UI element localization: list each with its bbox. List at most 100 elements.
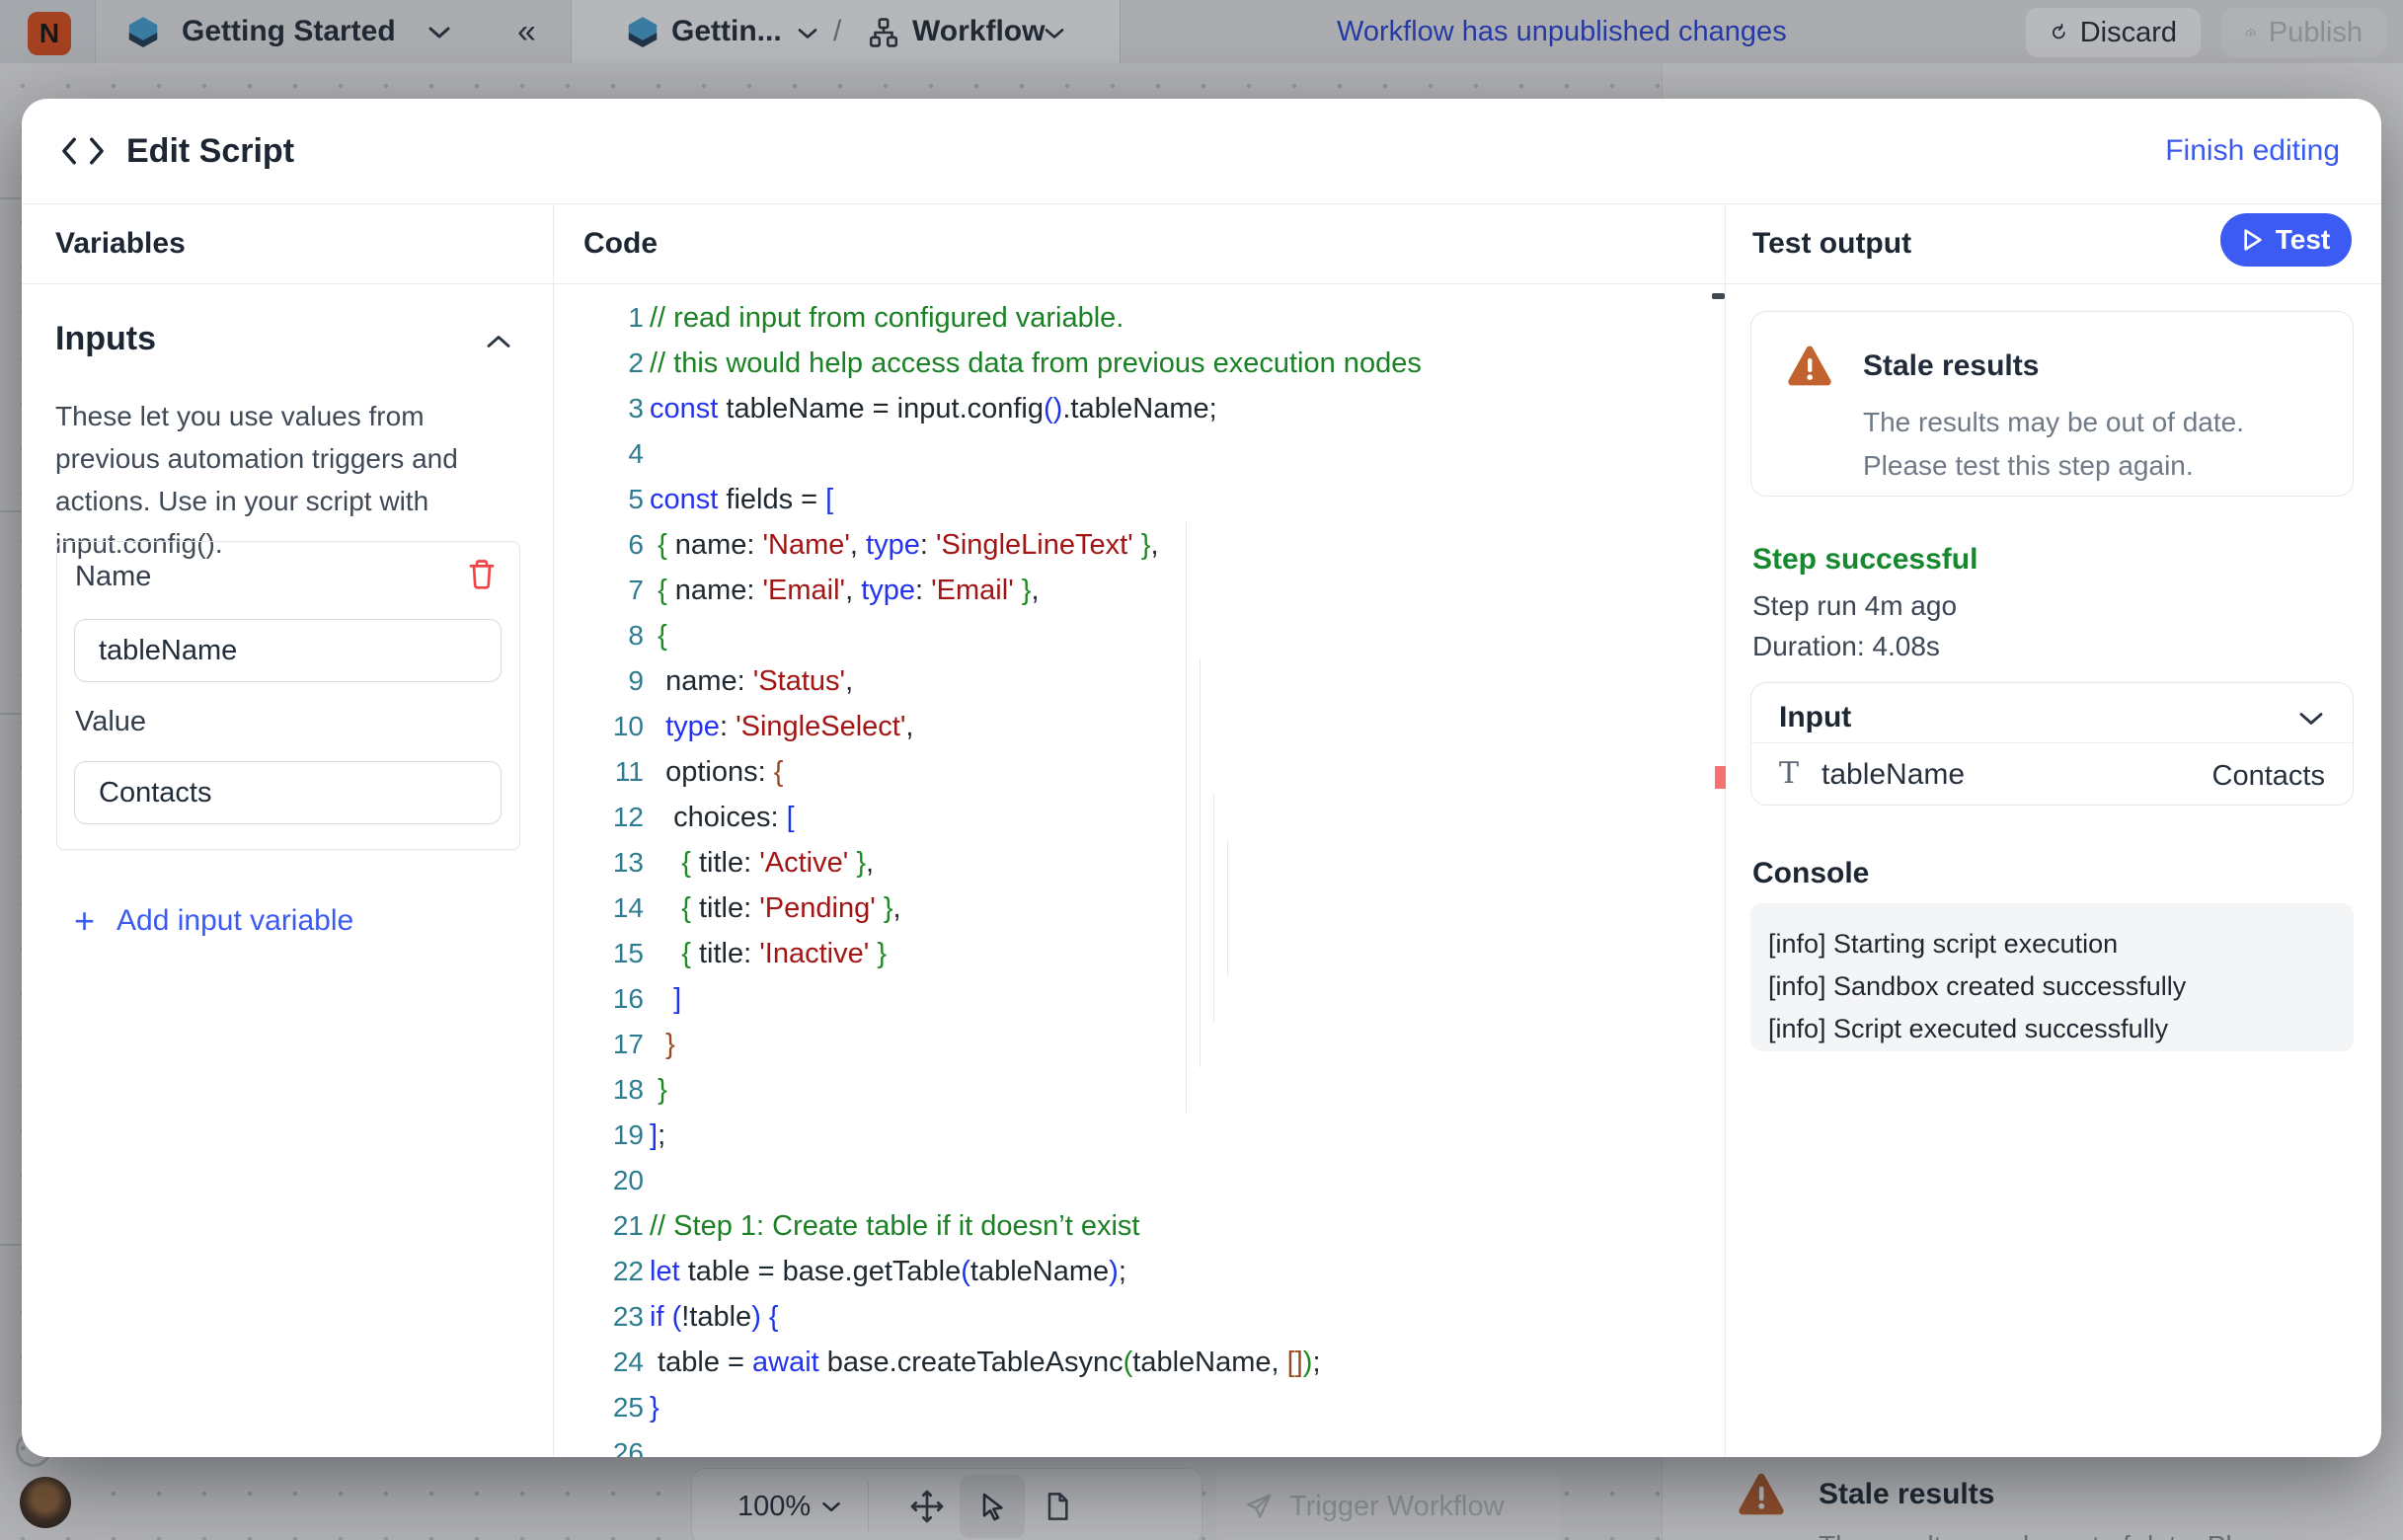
code-text: { title: 'Active' },	[650, 847, 874, 880]
code-line-22[interactable]: 22let table = base.getTable(tableName);	[553, 1249, 1725, 1294]
line-number: 16	[553, 983, 644, 1015]
name-field-label: Name	[75, 561, 151, 593]
console-title: Console	[1752, 857, 1869, 890]
code-editor[interactable]: 1// read input from configured variable.…	[553, 284, 1725, 1457]
input-variable-value: Contacts	[2212, 760, 2325, 793]
code-line-24[interactable]: 24 table = await base.createTableAsync(t…	[553, 1340, 1725, 1385]
step-run-time: Step run 4m ago	[1752, 590, 1957, 622]
line-number: 3	[553, 393, 644, 424]
code-text: {	[650, 620, 667, 653]
code-text: name: 'Status',	[650, 665, 853, 698]
stale-results-body: Please test this step again.	[1863, 450, 2194, 482]
code-text: // read input from configured variable.	[650, 302, 1124, 335]
line-number: 20	[553, 1165, 644, 1196]
code-line-1[interactable]: 1// read input from configured variable.	[553, 295, 1725, 341]
warning-triangle-icon	[1786, 345, 1833, 388]
code-text: let table = base.getTable(tableName);	[650, 1256, 1126, 1288]
line-number: 14	[553, 892, 644, 924]
modal-header: Edit Script Finish editing	[22, 99, 2381, 204]
variables-panel-header: Variables	[22, 203, 553, 284]
line-number: 9	[553, 665, 644, 697]
chevron-down-icon[interactable]	[2296, 709, 2326, 729]
console-output: [info] Starting script execution[info] S…	[1750, 903, 2354, 1051]
code-line-9[interactable]: 9 name: 'Status',	[553, 658, 1725, 704]
line-number: 15	[553, 938, 644, 969]
line-number: 2	[553, 347, 644, 379]
panel-divider	[1725, 203, 1726, 1457]
code-text: choices: [	[650, 802, 795, 834]
code-line-12[interactable]: 12 choices: [	[553, 795, 1725, 840]
code-line-21[interactable]: 21// Step 1: Create table if it doesn’t …	[553, 1203, 1725, 1249]
code-text: table = await base.createTableAsync(tabl…	[650, 1347, 1321, 1379]
code-line-10[interactable]: 10 type: 'SingleSelect',	[553, 704, 1725, 749]
code-icon	[61, 134, 105, 168]
finish-editing-button[interactable]: Finish editing	[2165, 99, 2340, 203]
code-text: // this would help access data from prev…	[650, 347, 1422, 380]
code-text: const tableName = input.config().tableNa…	[650, 393, 1217, 425]
console-line: [info] Sandbox created successfully	[1768, 965, 2354, 1008]
scrollbar-thumb[interactable]	[1712, 293, 1725, 299]
line-number: 6	[553, 529, 644, 561]
code-line-14[interactable]: 14 { title: 'Pending' },	[553, 886, 1725, 931]
code-line-2[interactable]: 2// this would help access data from pre…	[553, 341, 1725, 386]
code-text: options: {	[650, 756, 783, 789]
code-line-5[interactable]: 5const fields = [	[553, 477, 1725, 522]
code-line-15[interactable]: 15 { title: 'Inactive' }	[553, 931, 1725, 976]
input-variable-name: tableName	[1822, 758, 1965, 792]
line-number: 5	[553, 484, 644, 515]
console-line: [info] Starting script execution	[1768, 923, 2354, 965]
stale-results-body: The results may be out of date.	[1863, 407, 2244, 438]
value-field-label: Value	[75, 706, 146, 738]
code-line-6[interactable]: 6 { name: 'Name', type: 'SingleLineText'…	[553, 522, 1725, 568]
line-number: 24	[553, 1347, 644, 1378]
variable-value-input[interactable]	[74, 761, 502, 824]
add-input-variable-button[interactable]: + Add input variable	[74, 900, 353, 942]
line-number: 19	[553, 1119, 644, 1151]
code-line-23[interactable]: 23if (!table) {	[553, 1294, 1725, 1340]
code-text: { title: 'Inactive' }	[650, 938, 887, 970]
overview-ruler-error-marker	[1715, 766, 1726, 789]
divider	[1751, 742, 2353, 743]
console-line: [info] Script executed successfully	[1768, 1008, 2354, 1050]
test-button-label: Test	[2276, 224, 2331, 256]
code-line-4[interactable]: 4	[553, 431, 1725, 477]
chevron-up-icon[interactable]	[484, 332, 513, 351]
code-text: }	[650, 1392, 659, 1424]
line-number: 25	[553, 1392, 644, 1424]
step-duration: Duration: 4.08s	[1752, 631, 1940, 662]
line-number: 4	[553, 438, 644, 470]
inputs-section-title: Inputs	[55, 320, 156, 358]
input-section-title: Input	[1779, 701, 1851, 734]
code-line-26[interactable]: 26	[553, 1430, 1725, 1457]
code-text: { title: 'Pending' },	[650, 892, 901, 925]
line-number: 26	[553, 1437, 644, 1457]
code-line-18[interactable]: 18 }	[553, 1067, 1725, 1113]
test-button[interactable]: Test	[2220, 213, 2352, 267]
code-line-11[interactable]: 11 options: {	[553, 749, 1725, 795]
line-number: 23	[553, 1301, 644, 1333]
variables-panel-title: Variables	[55, 203, 553, 284]
code-line-13[interactable]: 13 { title: 'Active' },	[553, 840, 1725, 886]
line-number: 22	[553, 1256, 644, 1287]
code-line-17[interactable]: 17 }	[553, 1022, 1725, 1067]
trash-icon[interactable]	[468, 559, 496, 590]
code-text: }	[650, 1074, 667, 1107]
variable-name-input[interactable]	[74, 619, 502, 682]
play-icon	[2242, 228, 2264, 252]
code-line-16[interactable]: 16 ]	[553, 976, 1725, 1022]
line-number: 11	[553, 756, 644, 788]
code-text: type: 'SingleSelect',	[650, 711, 913, 743]
edit-script-modal: Edit Script Finish editing Variables Cod…	[22, 99, 2381, 1457]
code-line-19[interactable]: 19];	[553, 1113, 1725, 1158]
code-line-8[interactable]: 8 {	[553, 613, 1725, 658]
line-number: 21	[553, 1210, 644, 1242]
code-line-3[interactable]: 3const tableName = input.config().tableN…	[553, 386, 1725, 431]
line-number: 12	[553, 802, 644, 833]
code-text: ];	[650, 1119, 665, 1152]
code-line-25[interactable]: 25}	[553, 1385, 1725, 1430]
text-type-icon: T	[1779, 756, 1799, 791]
modal-title: Edit Script	[126, 99, 294, 203]
code-line-20[interactable]: 20	[553, 1158, 1725, 1203]
code-line-7[interactable]: 7 { name: 'Email', type: 'Email' },	[553, 568, 1725, 613]
line-number: 10	[553, 711, 644, 742]
